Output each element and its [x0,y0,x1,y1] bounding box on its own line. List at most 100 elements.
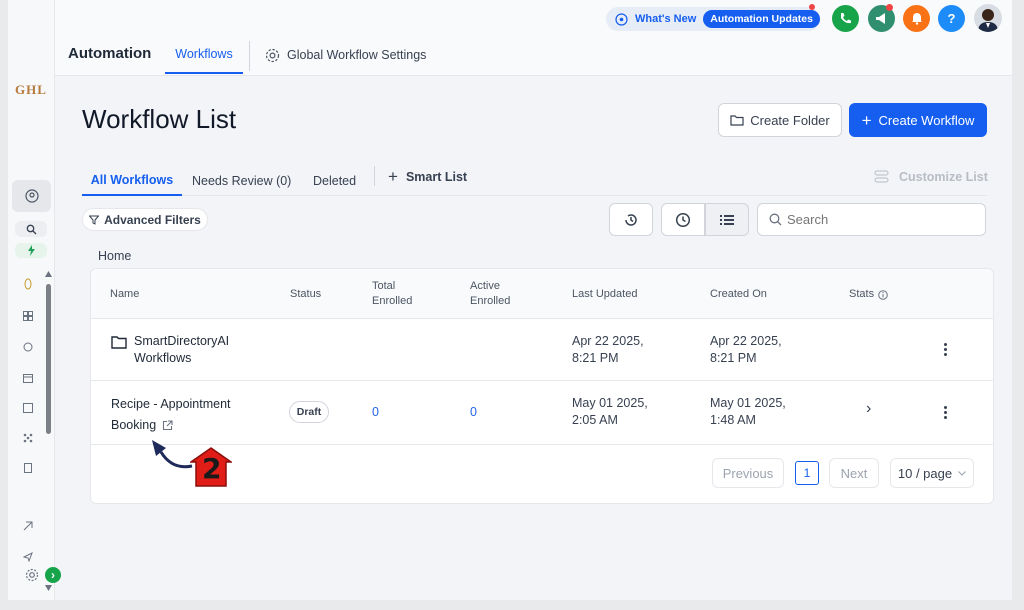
tab-workflows[interactable]: Workflows [165,36,243,74]
help-button[interactable]: ? [938,5,965,32]
sidebar-scrollbar[interactable] [46,284,51,434]
column-header-total-enrolled-line2: Enrolled [372,295,413,307]
column-header-created-on[interactable]: Created On [710,287,767,302]
sidebar-item-conversations[interactable] [22,341,34,353]
row-menu-button[interactable] [944,341,948,358]
calendar-icon [23,374,33,383]
create-workflow-label: Create Workflow [878,112,975,128]
whats-new-pill[interactable]: What's New Automation Updates [606,7,820,31]
tab-all-workflows[interactable]: All Workflows [82,166,182,196]
table-row[interactable]: SmartDirectoryAI Workflows Apr 22 2025, … [91,319,993,381]
info-icon[interactable] [878,289,888,300]
folder-name-line2: Workflows [134,351,192,365]
column-header-last-updated[interactable]: Last Updated [572,287,637,302]
folder-icon [111,336,127,349]
advanced-filters-label: Advanced Filters [104,212,201,227]
breadcrumb[interactable]: Home [98,247,131,265]
notification-dot [809,4,815,10]
search-input[interactable] [787,212,977,227]
customize-list-button[interactable]: Customize List [874,169,988,184]
avatar[interactable] [974,4,1002,32]
next-page-label: Next [840,465,868,481]
column-header-total-enrolled-line1: Total [372,280,396,292]
notifications-button[interactable] [903,5,930,32]
sidebar-item-automation[interactable] [22,520,34,532]
sparkle-icon [615,12,628,26]
customize-list-label: Customize List [899,169,988,184]
active-enrolled-value[interactable]: 0 [470,404,477,421]
help-icon: ? [947,11,956,26]
next-page-button[interactable]: Next [829,458,879,488]
list-view-button[interactable] [705,203,749,236]
phone-icon [841,13,851,24]
column-header-name: Name [110,288,140,300]
sidebar-quick-actions-button[interactable] [15,243,47,258]
row-menu-button[interactable] [944,404,948,421]
scroll-up-icon[interactable] [45,271,52,277]
app-window: GHL › Automation Workflows Global Workfl… [8,0,1012,600]
user-icon [24,189,39,203]
automation-icon [23,521,33,531]
created-on-cell: Apr 22 2025, 8:21 PM [710,333,782,367]
smart-list-label: Smart List [405,169,468,184]
sidebar-item-contacts[interactable] [22,402,34,414]
chevron-down-icon [958,470,966,476]
previous-page-label: Previous [722,465,774,481]
create-workflow-button[interactable]: + Create Workflow [849,103,987,137]
agency-logo: GHL [15,82,47,97]
folder-name[interactable]: SmartDirectoryAI Workflows [134,333,229,367]
sidebar-item-calendars[interactable] [22,372,34,384]
column-header-stats-label: Stats [849,288,875,300]
page-1-button[interactable]: 1 [795,461,819,485]
gear-icon [25,568,39,582]
tab-needs-review[interactable]: Needs Review (0) [192,172,291,190]
user-avatar-image [978,9,998,32]
whats-new-label: What's New [635,13,697,25]
tab-divider [249,41,250,71]
contacts-icon [23,403,33,413]
previous-page-button[interactable]: Previous [712,458,784,488]
column-header-active-enrolled-line1: Active [470,280,500,292]
rocket-icon [24,278,32,290]
search-field[interactable] [757,203,986,236]
sidebar-item-payments[interactable] [22,462,34,474]
time-view-button[interactable] [661,203,705,236]
create-folder-button[interactable]: Create Folder [718,103,842,137]
history-button[interactable] [609,203,653,236]
expand-sidebar-button[interactable]: › [45,567,61,583]
sidebar-item-dashboard[interactable] [22,310,34,322]
advanced-filters-button[interactable]: Advanced Filters [82,208,208,231]
scroll-down-icon[interactable] [45,585,52,591]
add-smart-list-button[interactable]: + Smart List [388,168,467,185]
plus-icon: + [388,167,398,186]
stats-expand-icon[interactable]: › [866,400,871,418]
breadcrumb-home[interactable]: Home [98,249,131,263]
folder-name-line1: SmartDirectoryAI [134,334,230,348]
tab-deleted[interactable]: Deleted [313,172,356,190]
last-updated-time: 2:05 AM [572,413,618,427]
send-icon [23,552,33,562]
settings-button[interactable] [22,566,42,584]
clock-icon [675,212,691,227]
megaphone-icon [875,13,885,24]
page-number: 1 [803,466,811,480]
account-switcher-button[interactable] [12,180,51,212]
total-enrolled-value[interactable]: 0 [372,404,379,421]
sidebar-item-opportunities[interactable] [22,432,34,444]
chat-icon [23,342,33,352]
sidebar-search-button[interactable] [15,221,47,237]
phone-button[interactable] [832,5,859,32]
automation-updates-badge[interactable]: Automation Updates [703,10,820,28]
sidebar-item-marketing[interactable] [22,551,34,563]
external-link-icon[interactable] [162,420,173,431]
workflow-name[interactable]: Recipe - Appointment Booking [111,394,231,436]
tab-global-workflow-settings[interactable]: Global Workflow Settings [265,46,426,64]
create-folder-label: Create Folder [750,112,830,128]
announcements-dot [886,4,893,11]
tab-deleted-label: Deleted [313,174,357,188]
sidebar-item-launchpad[interactable] [22,278,34,290]
table-row[interactable]: Recipe - Appointment Booking Draft 0 0 M… [91,381,993,445]
page-size-select[interactable]: 10 / page [890,458,974,488]
folder-icon [730,115,744,126]
column-header-status: Status [290,288,322,300]
